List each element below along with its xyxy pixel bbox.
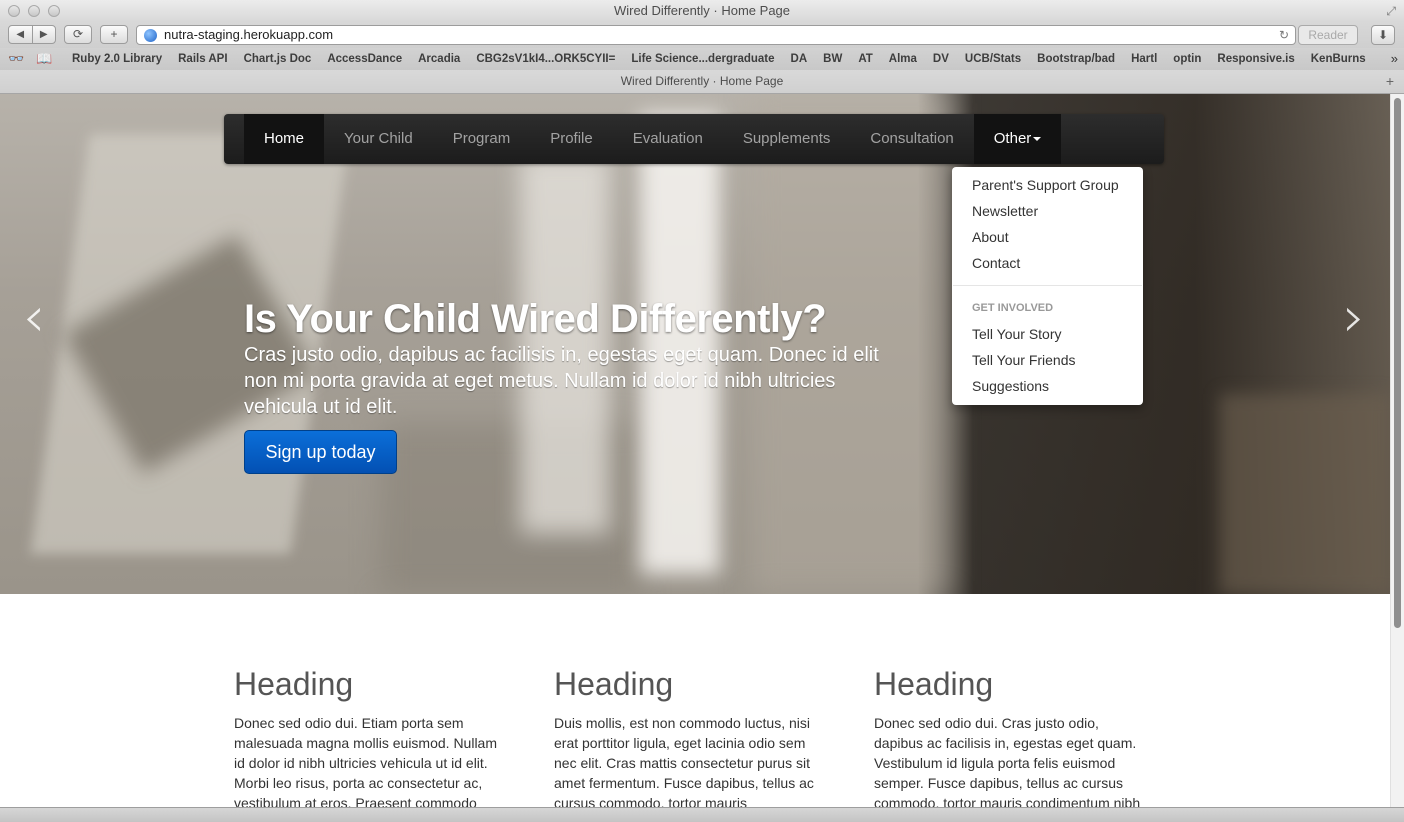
globe-icon xyxy=(144,29,157,42)
nav-program[interactable]: Program xyxy=(433,114,531,164)
bookmark-item[interactable]: Life Science...dergraduate xyxy=(631,48,774,70)
bookmark-item[interactable]: DA xyxy=(791,48,808,70)
address-bar[interactable]: nutra-staging.herokuapp.com ↻ xyxy=(136,25,1296,45)
column-heading: Heading xyxy=(554,666,674,702)
page-viewport: ‹ › Is Your Child Wired Differently? Cra… xyxy=(0,94,1390,807)
reload-icon[interactable]: ↻ xyxy=(1279,26,1289,44)
hero-caption: Is Your Child Wired Differently? Cras ju… xyxy=(244,296,924,420)
dropdown-header: GET INVOLVED xyxy=(972,302,1054,314)
bookmarks-overflow-button[interactable]: » xyxy=(1391,48,1398,70)
dropdown-item-about[interactable]: About xyxy=(952,224,1143,250)
reading-list-icon[interactable]: 👓 xyxy=(8,48,24,70)
dropdown-item-tell-story[interactable]: Tell Your Story xyxy=(952,321,1143,347)
bookmark-item[interactable]: AT xyxy=(858,48,872,70)
scrollbar-thumb[interactable] xyxy=(1394,98,1401,628)
bookmarks-book-icon[interactable]: 📖 xyxy=(36,48,52,70)
bookmark-item[interactable]: Ruby 2.0 Library xyxy=(72,48,162,70)
bookmarks-bar: 👓 📖 Ruby 2.0 Library Rails API Chart.js … xyxy=(0,48,1404,70)
nav-other-dropdown-toggle[interactable]: Other xyxy=(973,114,1062,164)
url-text: nutra-staging.herokuapp.com xyxy=(164,27,334,42)
main-navbar: Home Your Child Program Profile Evaluati… xyxy=(224,114,1164,164)
vertical-scrollbar[interactable] xyxy=(1390,94,1404,807)
back-forward-buttons: ◀ ▶ xyxy=(8,25,56,44)
hero-heading: Is Your Child Wired Differently? xyxy=(244,297,827,341)
bookmark-item[interactable]: DV xyxy=(933,48,949,70)
downloads-button[interactable]: ⬇ xyxy=(1371,25,1395,45)
bookmark-item[interactable]: Responsive.is xyxy=(1217,48,1294,70)
back-button[interactable]: ◀ xyxy=(9,26,33,43)
column-heading: Heading xyxy=(234,666,354,702)
forward-button[interactable]: ▶ xyxy=(33,26,56,43)
fullscreen-icon[interactable]: ⤢ xyxy=(1386,3,1396,19)
window-title: Wired Differently · Home Page xyxy=(613,3,791,18)
dropdown-item-suggestions[interactable]: Suggestions xyxy=(952,373,1143,399)
share-button[interactable]: ⟳ xyxy=(64,25,92,44)
window-controls xyxy=(8,5,60,17)
tab-bar: Wired Differently · Home Page + xyxy=(0,70,1404,94)
dropdown-item-tell-friends[interactable]: Tell Your Friends xyxy=(952,347,1143,373)
add-tab-icon[interactable]: + xyxy=(1386,70,1394,93)
tab-title[interactable]: Wired Differently · Home Page xyxy=(621,74,784,88)
bookmark-item[interactable]: BW xyxy=(823,48,842,70)
dropdown-item-support-group[interactable]: Parent's Support Group xyxy=(952,172,1143,198)
browser-toolbar: ◀ ▶ ⟳ + nutra-staging.herokuapp.com ↻ Re… xyxy=(0,22,1404,48)
bookmark-item[interactable]: Rails API xyxy=(178,48,227,70)
dropdown-item-contact[interactable]: Contact xyxy=(952,250,1143,276)
dropdown-divider xyxy=(953,285,1142,286)
column-text: Duis mollis, est non commodo luctus, nis… xyxy=(554,715,814,807)
nav-consultation[interactable]: Consultation xyxy=(850,114,973,164)
nav-profile[interactable]: Profile xyxy=(530,114,613,164)
nav-home[interactable]: Home xyxy=(244,114,325,164)
nav-your-child[interactable]: Your Child xyxy=(324,114,433,164)
bookmark-item[interactable]: CBG2sV1kI4...ORK5CYII= xyxy=(476,48,615,70)
bookmark-item[interactable]: optin xyxy=(1173,48,1201,70)
bookmark-item[interactable]: KenBurns xyxy=(1311,48,1366,70)
bookmark-item[interactable]: Chart.js Doc xyxy=(244,48,312,70)
hero-background-shape xyxy=(1220,394,1390,594)
bookmark-item[interactable]: Hartl xyxy=(1131,48,1157,70)
carousel-next-icon[interactable]: › xyxy=(1334,290,1374,350)
bookmark-item[interactable]: UCB/Stats xyxy=(965,48,1021,70)
nav-supplements[interactable]: Supplements xyxy=(723,114,851,164)
nav-other-label: Other xyxy=(993,130,1032,147)
caret-down-icon xyxy=(1033,137,1042,142)
bookmark-item[interactable]: Bootstrap/bad xyxy=(1037,48,1115,70)
close-window-button[interactable] xyxy=(8,5,20,17)
bookmark-list: Ruby 2.0 Library Rails API Chart.js Doc … xyxy=(72,48,1382,70)
bookmark-tools: 👓 📖 xyxy=(8,48,52,70)
hero-carousel: ‹ › Is Your Child Wired Differently? Cra… xyxy=(0,94,1390,594)
bookmark-item[interactable]: Arcadia xyxy=(418,48,460,70)
bookmark-item[interactable]: Alma xyxy=(889,48,917,70)
column-text: Donec sed odio dui. Etiam porta sem male… xyxy=(234,715,498,807)
carousel-prev-icon[interactable]: ‹ xyxy=(14,290,54,350)
reader-button[interactable]: Reader xyxy=(1298,25,1358,45)
column-text: Donec sed odio dui. Cras justo odio, dap… xyxy=(874,715,1141,807)
status-bar xyxy=(0,807,1404,822)
window-titlebar: Wired Differently · Home Page ⤢ xyxy=(0,0,1404,22)
new-tab-button[interactable]: + xyxy=(100,25,128,44)
dropdown-item-newsletter[interactable]: Newsletter xyxy=(952,198,1143,224)
marketing-column: Heading Donec sed odio dui. Etiam porta … xyxy=(234,664,506,807)
minimize-window-button[interactable] xyxy=(28,5,40,17)
other-dropdown-menu: Parent's Support Group Newsletter About … xyxy=(952,167,1143,405)
hero-text: Cras justo odio, dapibus ac facilisis in… xyxy=(244,344,879,418)
marketing-column: Heading Donec sed odio dui. Cras justo o… xyxy=(874,664,1146,807)
marketing-column: Heading Duis mollis, est non commodo luc… xyxy=(554,664,826,807)
column-heading: Heading xyxy=(874,666,994,702)
sign-up-button[interactable]: Sign up today xyxy=(244,430,397,474)
nav-evaluation[interactable]: Evaluation xyxy=(613,114,723,164)
zoom-window-button[interactable] xyxy=(48,5,60,17)
bookmark-item[interactable]: AccessDance xyxy=(327,48,402,70)
